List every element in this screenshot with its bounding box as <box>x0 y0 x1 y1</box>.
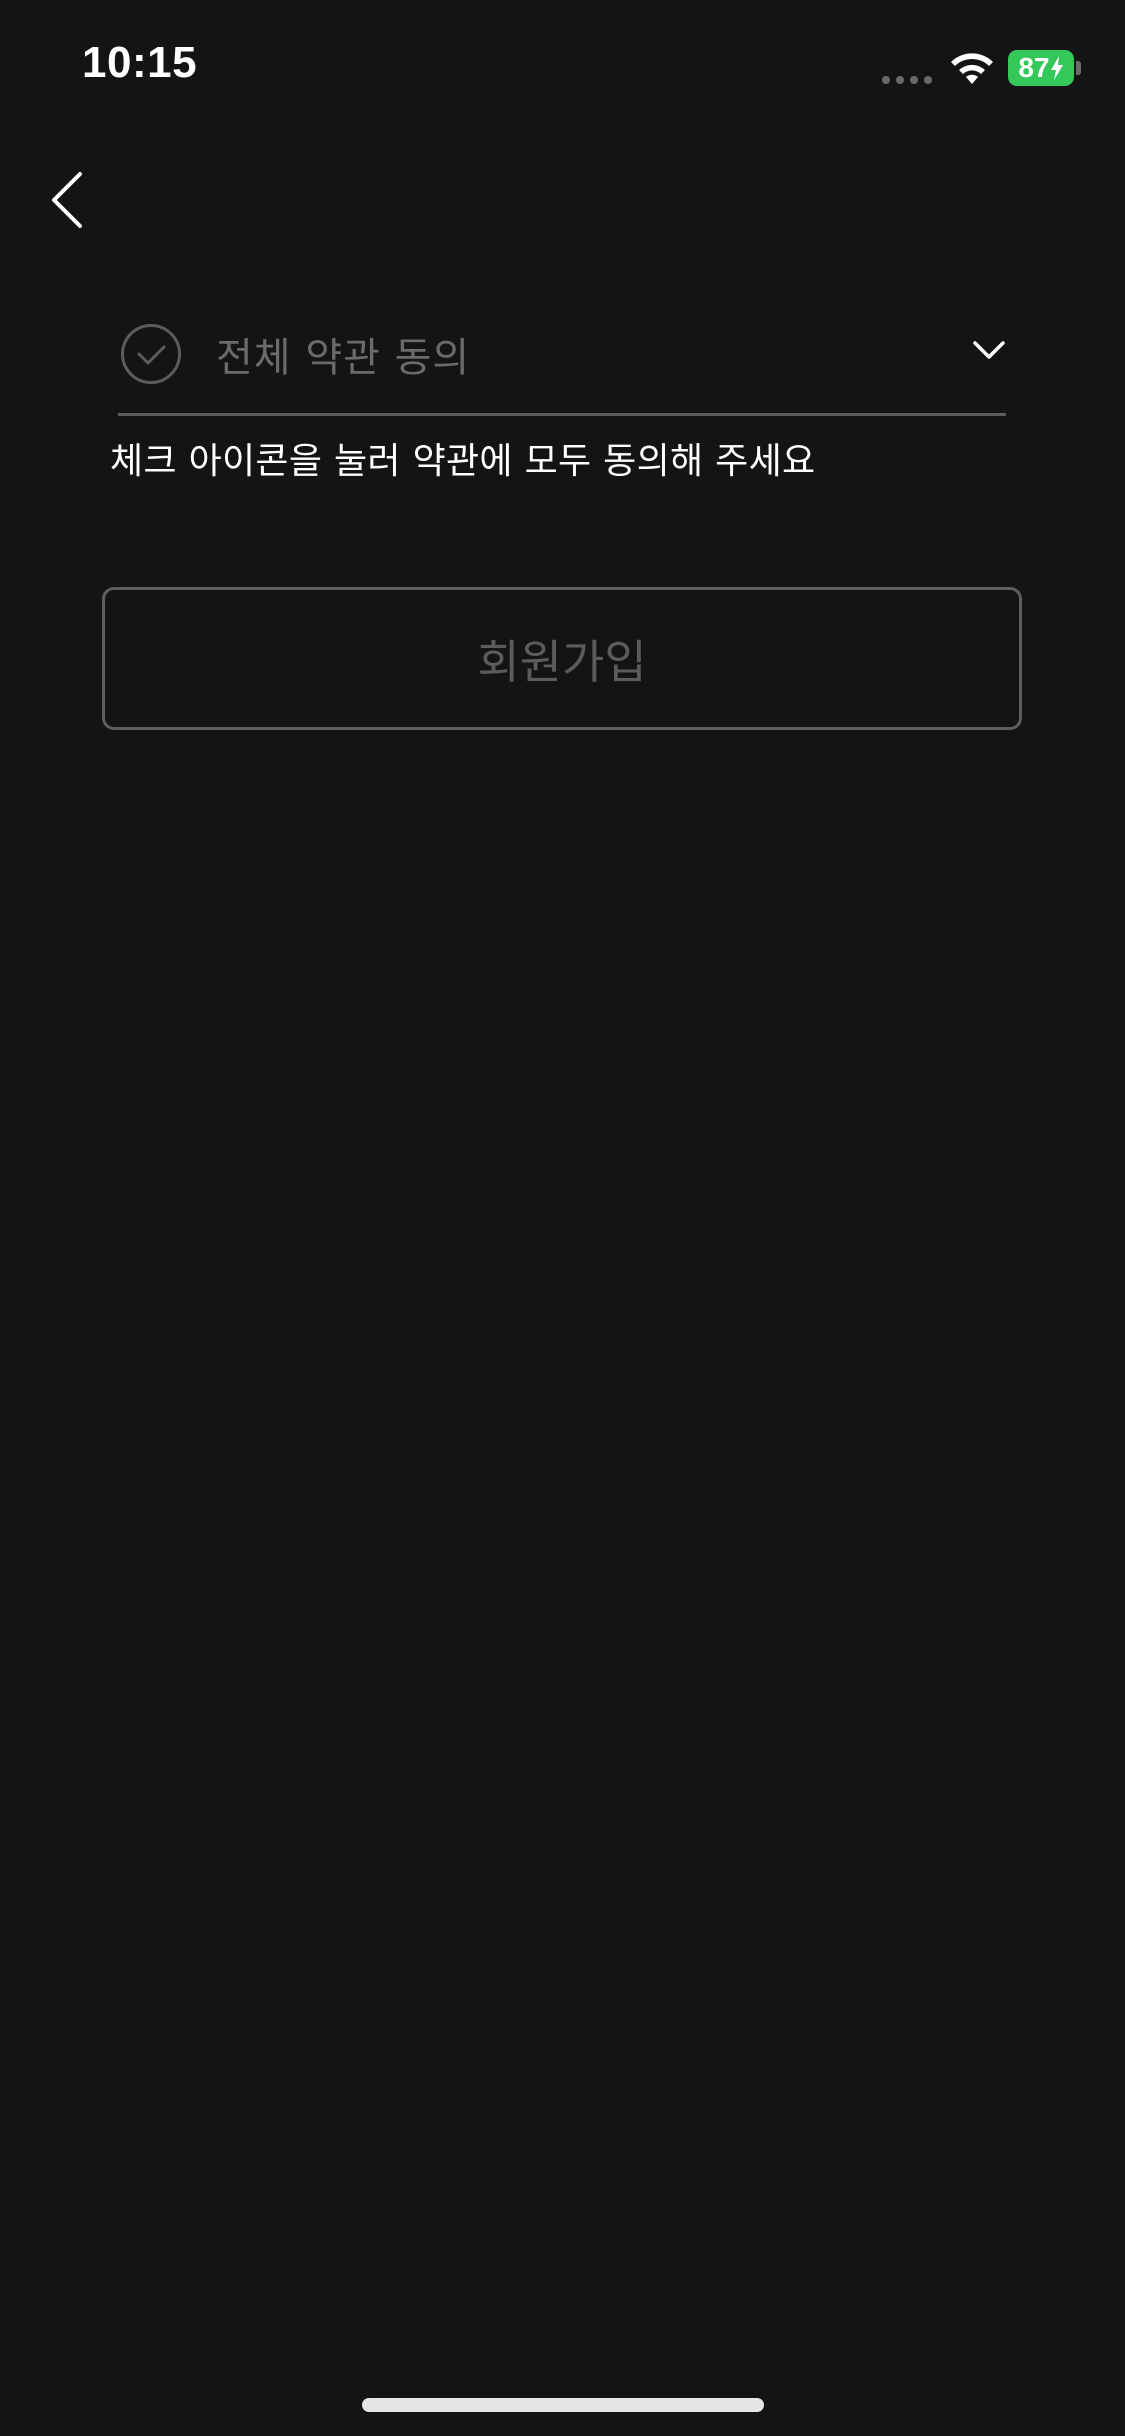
home-indicator[interactable] <box>362 2398 764 2412</box>
agree-all-label: 전체 약관 동의 <box>216 334 471 381</box>
battery-cap <box>1076 61 1081 75</box>
check-circle-icon[interactable] <box>120 323 182 385</box>
status-time: 10:15 <box>82 38 198 87</box>
agree-all-row[interactable]: 전체 약관 동의 <box>118 310 1006 416</box>
lightning-icon <box>1050 56 1063 80</box>
battery-charging-icon: 87 <box>1008 50 1074 86</box>
wifi-icon <box>951 53 993 84</box>
chevron-down-icon[interactable] <box>972 340 1006 360</box>
back-button[interactable] <box>40 160 100 240</box>
signal-dots-icon <box>882 76 934 84</box>
helper-text: 체크 아이콘을 눌러 약관에 모두 동의해 주세요 <box>110 441 816 482</box>
chevron-left-icon <box>52 172 82 228</box>
battery-percent: 87 <box>1018 52 1050 83</box>
signup-button[interactable]: 회원가입 <box>102 587 1022 730</box>
